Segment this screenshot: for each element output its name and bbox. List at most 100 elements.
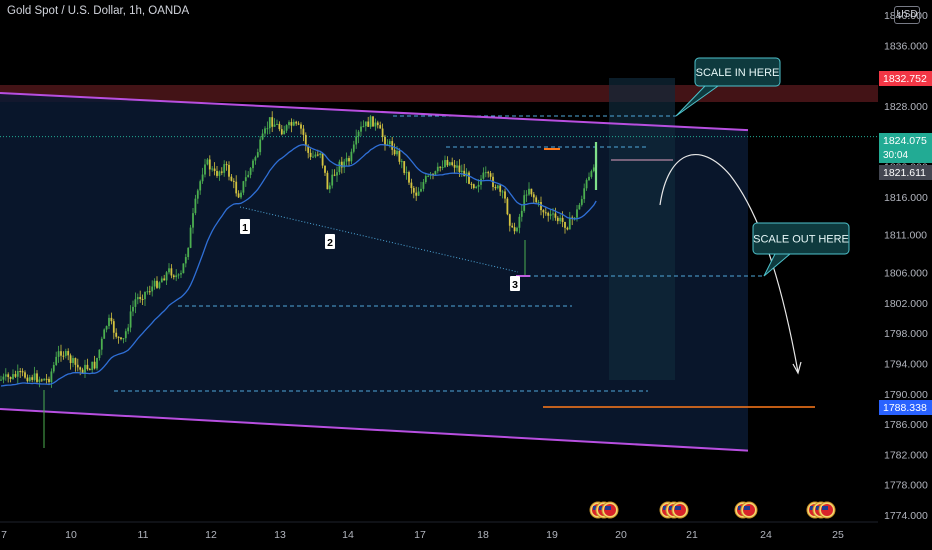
candle-body	[472, 184, 475, 188]
y-tick-label: 1778.000	[884, 480, 928, 492]
candle-body	[480, 178, 482, 185]
candle-body	[458, 165, 461, 172]
price-badge-timer: 30:04	[883, 150, 908, 161]
candle-body	[321, 153, 324, 166]
candle-body	[379, 125, 382, 129]
candle-body	[590, 171, 593, 177]
candle-body	[259, 139, 262, 153]
currency-button[interactable]: USD	[894, 6, 920, 24]
candle-body	[211, 168, 214, 170]
symbol-title[interactable]: Gold Spot / U.S. Dollar, 1h, OANDA	[7, 5, 189, 17]
candle-body	[540, 202, 542, 211]
candle-body	[36, 373, 38, 382]
candle-body	[124, 331, 127, 339]
candle-body	[4, 374, 7, 377]
candle-body	[98, 349, 101, 359]
candle-body	[244, 177, 247, 182]
candle-body	[115, 332, 118, 337]
candle-body	[28, 377, 31, 382]
candle-body	[201, 174, 204, 182]
candle-body	[175, 275, 178, 278]
candle-body	[585, 180, 588, 189]
candle-body	[352, 144, 355, 152]
candle-body	[19, 371, 22, 373]
scale-out-callout-pointer	[763, 253, 791, 277]
candle-body	[345, 158, 348, 162]
candle-body	[247, 174, 250, 178]
candle-body	[537, 202, 540, 204]
candle-body	[76, 364, 79, 368]
candle-body	[38, 379, 41, 382]
candle-body	[583, 188, 586, 200]
y-tick-label: 1816.000	[884, 192, 928, 204]
candle-body	[424, 176, 427, 183]
candle-body	[456, 165, 458, 168]
candle-body	[160, 278, 163, 283]
scale-out-callout: SCALE OUT HERE	[752, 222, 850, 277]
scale-in-callout-text: SCALE IN HERE	[696, 67, 780, 79]
candle-body	[196, 190, 199, 199]
x-tick-label: 19	[546, 529, 558, 541]
x-tick-label: 11	[138, 529, 149, 541]
candle-body	[333, 174, 336, 176]
candle-body	[388, 141, 391, 145]
point-label-3: 3	[512, 279, 518, 291]
candle-body	[182, 263, 185, 274]
candle-body	[439, 166, 442, 168]
candle-body	[434, 171, 437, 175]
event-icon-canton	[605, 506, 611, 510]
event-icon-canton	[744, 506, 750, 510]
candle-body	[271, 117, 274, 127]
candle-body	[132, 306, 134, 312]
candle-body	[518, 216, 521, 228]
candle-body	[285, 125, 288, 131]
x-tick-label: 20	[615, 529, 627, 541]
candle-body	[297, 123, 300, 125]
candle-body	[268, 117, 271, 129]
candle-body	[168, 268, 170, 273]
candle-body	[16, 371, 19, 377]
candle-body	[559, 217, 562, 222]
candle-body	[496, 185, 499, 189]
candle-body	[57, 351, 60, 357]
candle-body	[513, 227, 516, 232]
candle-body	[400, 161, 403, 163]
price-chart[interactable]: 123SCALE IN HERESCALE OUT HERE1840.00018…	[0, 0, 932, 550]
y-tick-label: 1774.000	[884, 510, 928, 522]
candle-body	[24, 372, 26, 378]
candle-body	[396, 150, 398, 155]
price-badge-label: 1821.611	[883, 167, 926, 179]
candle-body	[69, 355, 72, 363]
candle-body	[508, 214, 511, 226]
candle-body	[266, 128, 269, 130]
candle-body	[177, 274, 180, 276]
candle-body	[122, 338, 125, 340]
candle-body	[525, 194, 528, 196]
candle-body	[72, 358, 74, 363]
candle-body	[129, 311, 132, 328]
price-badge-label: 1788.338	[883, 402, 927, 414]
candle-body	[158, 282, 161, 288]
candle-body	[420, 188, 422, 192]
candle-body	[91, 361, 94, 371]
candle-body	[576, 209, 578, 218]
candle-body	[376, 122, 379, 126]
candle-body	[288, 122, 290, 126]
candle-body	[278, 123, 281, 130]
candle-body	[468, 172, 470, 184]
candle-body	[67, 351, 70, 356]
candle-body	[506, 198, 509, 215]
candle-body	[535, 197, 538, 203]
candle-body	[410, 182, 413, 189]
candle-body	[240, 192, 242, 198]
candle-body	[564, 221, 566, 228]
candle-body	[328, 185, 331, 190]
candle-body	[134, 299, 137, 307]
price-badge-label: 1824.075	[883, 135, 927, 147]
candle-body	[528, 188, 530, 195]
candle-body	[482, 172, 485, 179]
candle-body	[451, 162, 454, 165]
candle-body	[156, 280, 158, 288]
candle-body	[45, 378, 48, 380]
candle-body	[112, 321, 115, 333]
